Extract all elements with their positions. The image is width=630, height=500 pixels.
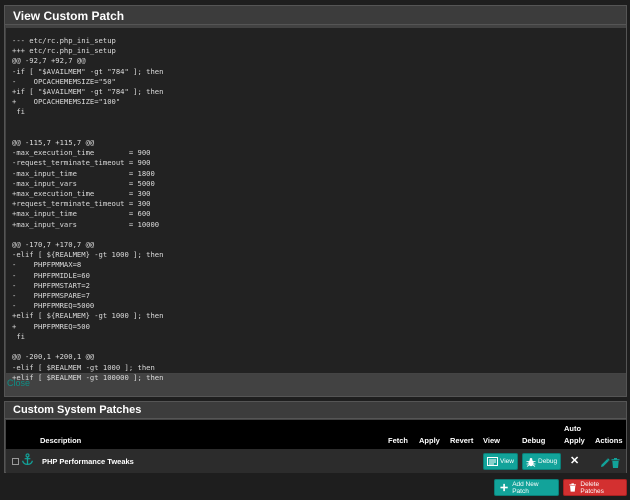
col-auto-apply-line1: Auto [564, 424, 582, 433]
col-view: View [483, 436, 500, 445]
col-auto-apply-line2: Apply [564, 436, 585, 445]
panel-title: View Custom Patch [5, 6, 626, 25]
panel-title: Custom System Patches [5, 402, 626, 419]
patch-description: PHP Performance Tweaks [42, 457, 134, 466]
add-new-patch-button[interactable]: Add New Patch [494, 479, 559, 496]
anchor-icon [21, 453, 34, 471]
col-apply: Apply [419, 436, 440, 445]
col-actions: Actions [595, 436, 623, 445]
row-select-checkbox[interactable] [12, 458, 19, 465]
debug-button[interactable]: Debug [522, 453, 562, 470]
col-description: Description [40, 436, 82, 445]
table-row: PHP Performance Tweaks View Debug ✕ [6, 449, 626, 473]
col-revert: Revert [450, 436, 474, 445]
view-custom-patch-panel: View Custom Patch --- etc/rc.php_ini_set… [4, 5, 627, 397]
debug-button-label: Debug [538, 458, 558, 465]
delete-patches-button[interactable]: Delete Patches [563, 479, 627, 496]
close-link[interactable]: Close [7, 378, 30, 388]
pencil-icon[interactable] [600, 455, 610, 473]
list-icon [487, 457, 498, 466]
delete-patches-label: Delete Patches [580, 480, 604, 495]
table-header: Description Fetch Apply Revert View Debu… [6, 420, 626, 449]
trash-icon[interactable] [611, 455, 620, 473]
auto-apply-toggle[interactable]: ✕ [570, 454, 579, 467]
trash-icon [569, 483, 576, 492]
patch-diff-text: --- etc/rc.php_ini_setup +++ etc/rc.php_… [12, 36, 164, 382]
col-debug: Debug [522, 436, 546, 445]
plus-icon [500, 483, 508, 492]
col-fetch: Fetch [388, 436, 409, 445]
bug-icon [526, 457, 536, 467]
custom-system-patches-panel: Custom System Patches Description Fetch … [4, 401, 627, 473]
patch-diff-view: --- etc/rc.php_ini_setup +++ etc/rc.php_… [6, 28, 626, 382]
view-button-label: View [500, 458, 514, 465]
view-button[interactable]: View [483, 453, 518, 470]
add-new-patch-label: Add New Patch [512, 480, 539, 495]
